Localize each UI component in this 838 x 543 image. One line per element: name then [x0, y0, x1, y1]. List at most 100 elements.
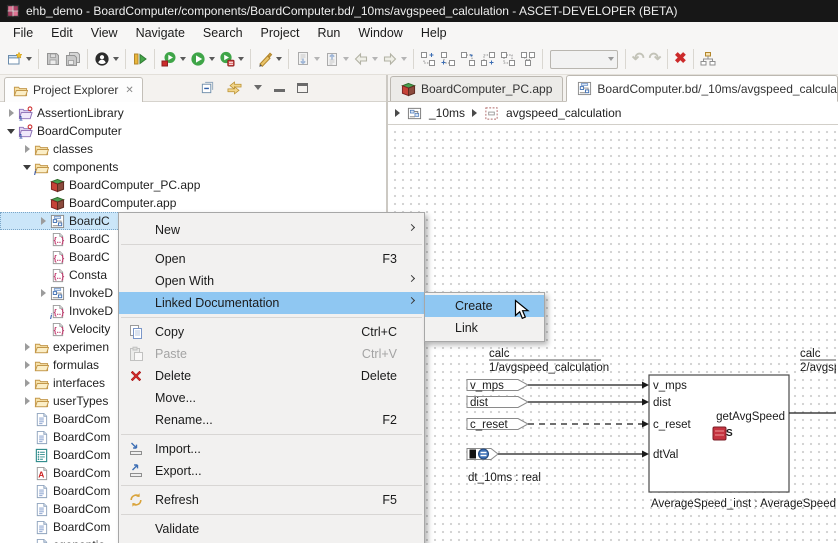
toolbar-button-highlight-pen[interactable] [255, 47, 284, 71]
dropdown-arrow-icon[interactable] [180, 57, 186, 61]
menubar-item-project[interactable]: Project [252, 23, 309, 43]
toolbar-button-trace-step[interactable] [130, 47, 150, 71]
menubar-item-file[interactable]: File [4, 23, 42, 43]
menubar-item-search[interactable]: Search [194, 23, 252, 43]
tree-item[interactable]: BoardComputer.app [0, 194, 386, 212]
tree-item-label: BoardC [69, 232, 110, 246]
breadcrumb-arrow-icon[interactable] [472, 109, 478, 117]
menubar-item-view[interactable]: View [82, 23, 127, 43]
expander-icon[interactable] [4, 128, 18, 134]
toolbar-button-run-error[interactable] [217, 47, 246, 71]
expanded-arrow-icon [23, 164, 31, 170]
menubar-item-run[interactable]: Run [308, 23, 349, 43]
menubar-item-help[interactable]: Help [412, 23, 456, 43]
context-menu-item-export[interactable]: Export... [119, 460, 424, 482]
menubar-item-edit[interactable]: Edit [42, 23, 82, 43]
context-menu-item-move[interactable]: Move... [119, 387, 424, 409]
toolbar-button-layout-align-2[interactable] [438, 47, 458, 71]
expander-icon[interactable] [20, 361, 34, 369]
toolbar-button-trace-export[interactable] [322, 47, 351, 71]
expander-icon[interactable] [20, 145, 34, 153]
dropdown-arrow-icon[interactable] [372, 57, 378, 61]
context-menu-item-linked-documentation[interactable]: Linked Documentation [119, 292, 424, 314]
region2-name: calc [800, 348, 821, 360]
collapse-all-icon[interactable] [200, 80, 215, 95]
expander-icon[interactable] [20, 379, 34, 387]
dropdown-arrow-icon[interactable] [238, 57, 244, 61]
toolbar-button-new-wizard[interactable] [5, 47, 34, 71]
breadcrumb-arrow-icon[interactable] [395, 109, 400, 117]
tree-item[interactable]: 1 BoardComputer [0, 122, 386, 140]
toolbar-button-save[interactable] [43, 47, 63, 71]
context-menu-item-copy[interactable]: Copy Ctrl+C [119, 321, 424, 343]
context-menu-item-rename[interactable]: Rename... F2 [119, 409, 424, 431]
context-menu-item-delete[interactable]: Delete Delete [119, 365, 424, 387]
dropdown-arrow-icon[interactable] [26, 57, 32, 61]
tree-item[interactable]: 1 AssertionLibrary [0, 104, 386, 122]
collapsed-arrow-icon [24, 361, 30, 369]
link-with-editor-icon[interactable] [227, 80, 242, 95]
dropdown-arrow-icon[interactable] [314, 57, 320, 61]
tree-item[interactable]: classes [0, 140, 386, 158]
menubar-item-navigate[interactable]: Navigate [127, 23, 194, 43]
view-menu-icon[interactable] [254, 85, 262, 90]
toolbar-button-undo[interactable]: ↶ [630, 47, 647, 71]
expander-icon[interactable] [20, 164, 34, 170]
context-menu-item-refresh[interactable]: Refresh F5 [119, 489, 424, 511]
maximize-view-icon[interactable] [297, 82, 308, 93]
context-menu-item-import[interactable]: Import... [119, 438, 424, 460]
toolbar-button-redo[interactable]: ↷ [647, 47, 664, 71]
expander-icon[interactable] [36, 289, 50, 297]
expander-icon[interactable] [20, 343, 34, 351]
toolbar-button-user-account[interactable] [92, 47, 121, 71]
breadcrumb-item-avgspeed[interactable]: avgspeed_calculation [506, 106, 621, 120]
port-c-reset: c_reset [653, 419, 692, 431]
tree-item[interactable]: i components [0, 158, 386, 176]
toolbar-separator [87, 49, 88, 69]
minimize-view-icon[interactable] [274, 89, 285, 92]
toolbar-button-back-nav[interactable] [351, 47, 380, 71]
dropdown-arrow-icon[interactable] [276, 57, 282, 61]
toolbar-button-layout-align-3[interactable] [458, 47, 478, 71]
toolbar-button-layout-align-6[interactable] [518, 47, 538, 71]
toolbar-button-layout-align-5[interactable] [498, 47, 518, 71]
project-explorer-icon [13, 83, 28, 98]
toolbar-button-hierarchy[interactable] [698, 47, 718, 71]
toolbar-button-save-all[interactable] [63, 47, 83, 71]
dropdown-arrow-icon[interactable] [209, 57, 215, 61]
toolbar-button-run[interactable] [188, 47, 217, 71]
submenu-item-create[interactable]: Create [425, 295, 544, 317]
expander-icon[interactable] [4, 109, 18, 117]
tab-boardcomputer-pc-app[interactable]: BoardComputer_PC.app [390, 76, 564, 101]
tree-item-label: Velocity [69, 322, 111, 336]
breadcrumb-item-10ms[interactable]: _10ms [429, 106, 465, 120]
toolbar-button-layout-align-4[interactable] [478, 47, 498, 71]
text-file-icon [34, 538, 49, 543]
context-menu-item-open[interactable]: Open F3 [119, 248, 424, 270]
expander-icon[interactable] [36, 217, 50, 225]
tab-boardcomputer-bd[interactable]: BoardComputer.bd/_10ms/avgspeed_calculat… [566, 75, 838, 102]
toolbar-combobox[interactable] [550, 49, 618, 69]
tree-item[interactable]: BoardComputer_PC.app [0, 176, 386, 194]
tab-project-explorer[interactable]: Project Explorer ✕ [4, 77, 143, 102]
dropdown-arrow-icon[interactable] [401, 57, 407, 61]
context-menu-item-validate[interactable]: Validate [119, 518, 424, 540]
toolbar-button-delete-element[interactable]: ✖ [672, 47, 689, 71]
expander-icon[interactable] [20, 397, 34, 405]
context-menu-item-open-with[interactable]: Open With [119, 270, 424, 292]
expanded-arrow-icon [7, 128, 15, 134]
text-file-icon [34, 502, 49, 517]
toolbar-button-forward-nav[interactable] [380, 47, 409, 71]
hierarchy-icon [700, 51, 716, 67]
toolbar-button-layout-align-1[interactable] [418, 47, 438, 71]
context-menu-item-new[interactable]: New [119, 219, 424, 241]
submenu-item-link[interactable]: Link [425, 317, 544, 339]
toolbar-button-trace-import[interactable] [293, 47, 322, 71]
dropdown-arrow-icon[interactable] [343, 57, 349, 61]
menubar-item-window[interactable]: Window [349, 23, 411, 43]
dropdown-arrow-icon[interactable] [113, 57, 119, 61]
context-menu-item-paste[interactable]: Paste Ctrl+V [119, 343, 424, 365]
toolbar-button-run-stop[interactable] [159, 47, 188, 71]
title-bar: ehb_demo - BoardComputer/components/Boar… [0, 0, 838, 22]
close-view-icon[interactable]: ✕ [125, 85, 133, 96]
